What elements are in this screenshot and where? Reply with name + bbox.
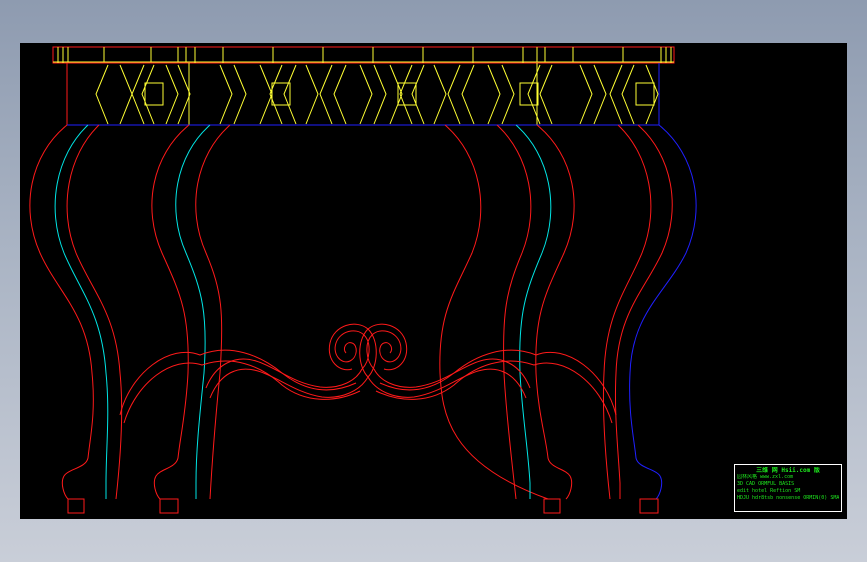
chevron-pattern	[95, 64, 659, 125]
leg-far-right	[602, 124, 697, 514]
volute-left	[334, 330, 370, 370]
title-block-line-4: edit hotel Reftion SM	[737, 488, 801, 494]
top-slab-ticks	[57, 47, 672, 63]
leg-inner-left	[151, 124, 231, 514]
table-top	[52, 46, 675, 64]
apron-right-panel	[536, 62, 660, 126]
title-block-line-1: 三维 网 Hsii.com 版	[756, 467, 820, 474]
leg-far-left	[29, 124, 123, 514]
volute-right	[366, 330, 402, 370]
cad-viewport[interactable]: 三维 网 Hsii.com 版 园林风格 www.zxl.com 3D CAD …	[20, 43, 847, 519]
foot-far-right	[639, 498, 659, 514]
table-elevation-drawing	[29, 46, 697, 514]
foot-far-left	[67, 498, 85, 514]
title-block: 三维 网 Hsii.com 版 园林风格 www.zxl.com 3D CAD …	[734, 464, 842, 512]
title-block-line-5: HDJU hdr8tsb nonsense ORMIN(0) SMAZT	[737, 495, 839, 501]
top-slab-outline	[52, 46, 675, 64]
foot-inner-right	[543, 498, 561, 514]
stretcher-scrollwork	[119, 323, 617, 424]
apron-left-panel	[66, 62, 190, 126]
foot-inner-left	[159, 498, 179, 514]
title-block-line-2: 园林风格 www.zxl.com	[737, 474, 794, 480]
title-block-line-3: 3D CAD ORMFUL BASIS	[737, 481, 795, 487]
leg-inner-right	[439, 124, 575, 514]
apron-frieze	[66, 62, 660, 126]
